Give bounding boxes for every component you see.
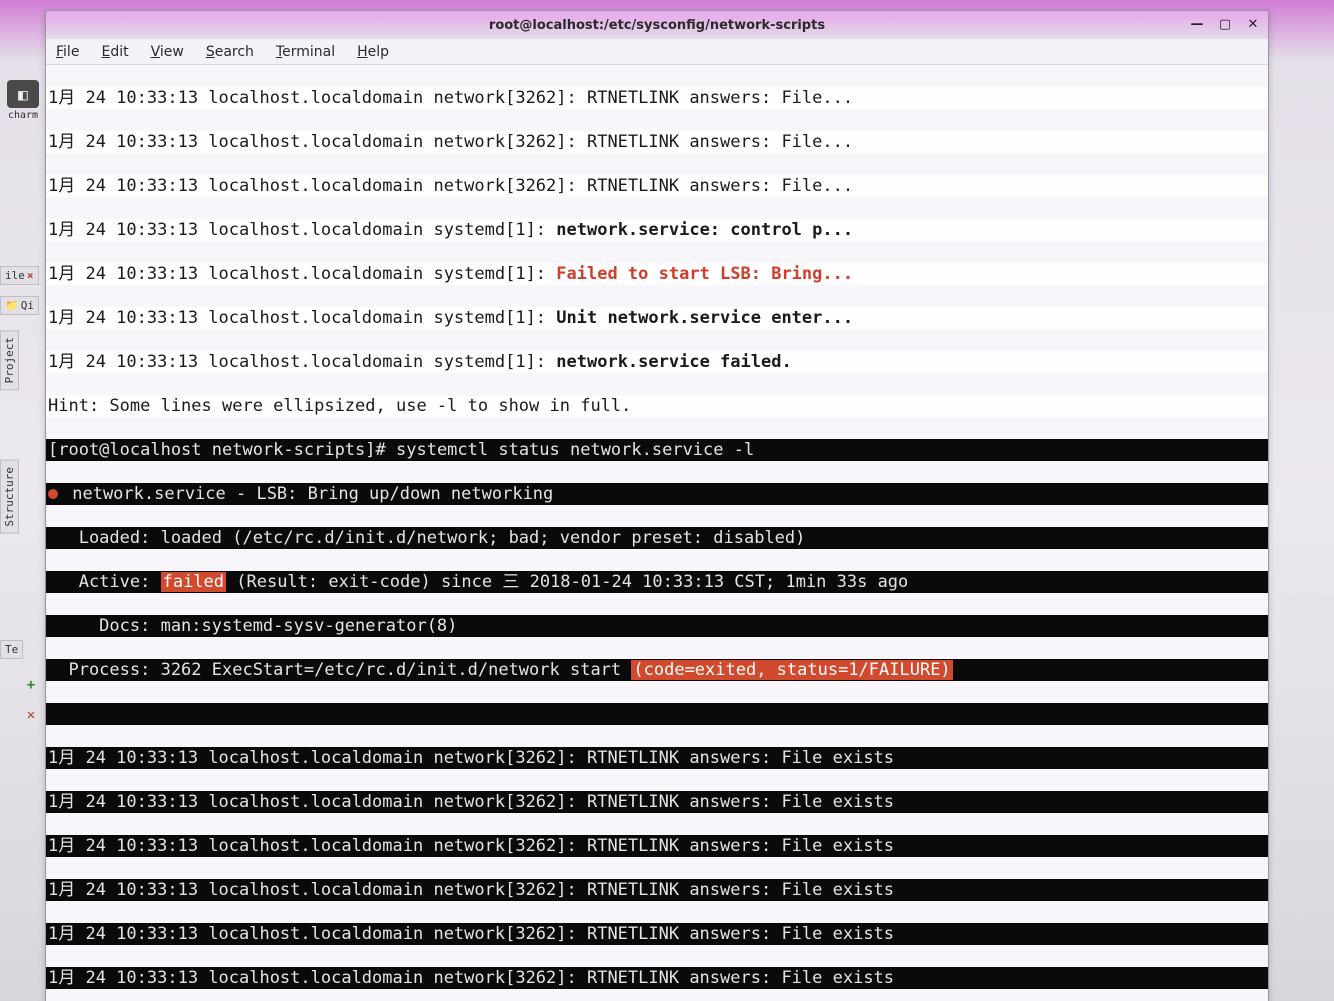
side-tab-te[interactable]: Te xyxy=(0,640,23,659)
log-line: 1月 24 10:33:13 localhost.localdomain net… xyxy=(48,792,894,812)
service-docs: Docs: man:systemd-sysv-generator(8) xyxy=(48,616,457,636)
minimize-button[interactable]: — xyxy=(1188,15,1206,33)
hint-line: Hint: Some lines were ellipsized, use -l… xyxy=(48,396,631,416)
shell-command: systemctl status network.service -l xyxy=(396,440,754,460)
log-line: 1月 24 10:33:13 localhost.localdomain net… xyxy=(48,924,894,944)
add-button[interactable]: + xyxy=(22,676,40,694)
log-line: 1月 24 10:33:13 localhost.localdomain net… xyxy=(48,132,853,152)
desktop-shortcut-label: charm xyxy=(4,110,42,121)
status-badge-exitcode: (code=exited, status=1/FAILURE) xyxy=(631,660,952,680)
log-line: 1月 24 10:33:13 localhost.localdomain net… xyxy=(48,880,894,900)
maximize-button[interactable]: ▢ xyxy=(1216,15,1234,33)
desktop-shortcut-icon[interactable]: ◧ charm xyxy=(4,80,42,118)
side-tab-project[interactable]: Project xyxy=(0,330,19,390)
service-header: network.service - LSB: Bring up/down net… xyxy=(62,484,553,504)
menu-help[interactable]: Help xyxy=(357,44,389,60)
service-process: Process: 3262 ExecStart=/etc/rc.d/init.d… xyxy=(48,660,631,680)
side-tab-file-label: ile xyxy=(5,269,25,282)
log-line: 1月 24 10:33:13 localhost.localdomain net… xyxy=(48,836,894,856)
side-tab-structure-label: Structure xyxy=(3,467,16,527)
log-line-bold: Unit network.service enter... xyxy=(556,308,853,328)
log-line: 1月 24 10:33:13 localhost.localdomain sys… xyxy=(48,220,556,240)
close-button[interactable]: ✕ xyxy=(22,706,40,724)
side-tab-structure[interactable]: Structure xyxy=(0,460,19,534)
service-active-label: Active: xyxy=(48,572,161,592)
shell-prompt: [root@localhost network-scripts]# xyxy=(48,440,396,460)
side-tab-qi-label: Qi xyxy=(21,299,34,312)
status-dot-icon xyxy=(48,489,58,499)
log-line-bold: network.service: control p... xyxy=(556,220,853,240)
menubar: File Edit View Search Terminal Help xyxy=(46,39,1268,65)
log-line: 1月 24 10:33:13 localhost.localdomain net… xyxy=(48,748,894,768)
side-tab-te-label: Te xyxy=(5,643,18,656)
log-line-bold: network.service failed. xyxy=(556,352,791,372)
side-tab-qi[interactable]: 📁 Qi xyxy=(0,296,39,315)
log-line: 1月 24 10:33:13 localhost.localdomain sys… xyxy=(48,264,556,284)
folder-icon: 📁 xyxy=(5,299,19,312)
menu-search[interactable]: Search xyxy=(206,44,254,60)
titlebar[interactable]: root@localhost:/etc/sysconfig/network-sc… xyxy=(46,11,1268,39)
menu-terminal[interactable]: Terminal xyxy=(276,44,335,60)
menu-view[interactable]: View xyxy=(151,44,184,60)
log-line-error: Failed to start LSB: Bring... xyxy=(556,264,853,284)
log-line: 1月 24 10:33:13 localhost.localdomain sys… xyxy=(48,352,556,372)
service-loaded: Loaded: loaded (/etc/rc.d/init.d/network… xyxy=(48,528,805,548)
menu-edit[interactable]: Edit xyxy=(101,44,128,60)
log-line: 1月 24 10:33:13 localhost.localdomain net… xyxy=(48,968,894,988)
log-line: 1月 24 10:33:13 localhost.localdomain sys… xyxy=(48,308,556,328)
app-icon: ◧ xyxy=(7,80,39,108)
window-title: root@localhost:/etc/sysconfig/network-sc… xyxy=(489,18,825,33)
side-tab-project-label: Project xyxy=(3,337,16,383)
close-window-button[interactable]: ✕ xyxy=(1244,15,1262,33)
status-badge-failed: failed xyxy=(161,572,226,592)
close-icon[interactable]: × xyxy=(27,269,34,282)
service-active-detail: (Result: exit-code) since 三 2018-01-24 1… xyxy=(226,572,908,592)
terminal-content[interactable]: 1月 24 10:33:13 localhost.localdomain net… xyxy=(46,65,1268,1001)
log-line: 1月 24 10:33:13 localhost.localdomain net… xyxy=(48,176,853,196)
log-line: 1月 24 10:33:13 localhost.localdomain net… xyxy=(48,88,853,108)
side-tab-file[interactable]: ile × xyxy=(0,266,39,285)
menu-file[interactable]: File xyxy=(56,44,79,60)
terminal-window: root@localhost:/etc/sysconfig/network-sc… xyxy=(45,10,1269,1001)
